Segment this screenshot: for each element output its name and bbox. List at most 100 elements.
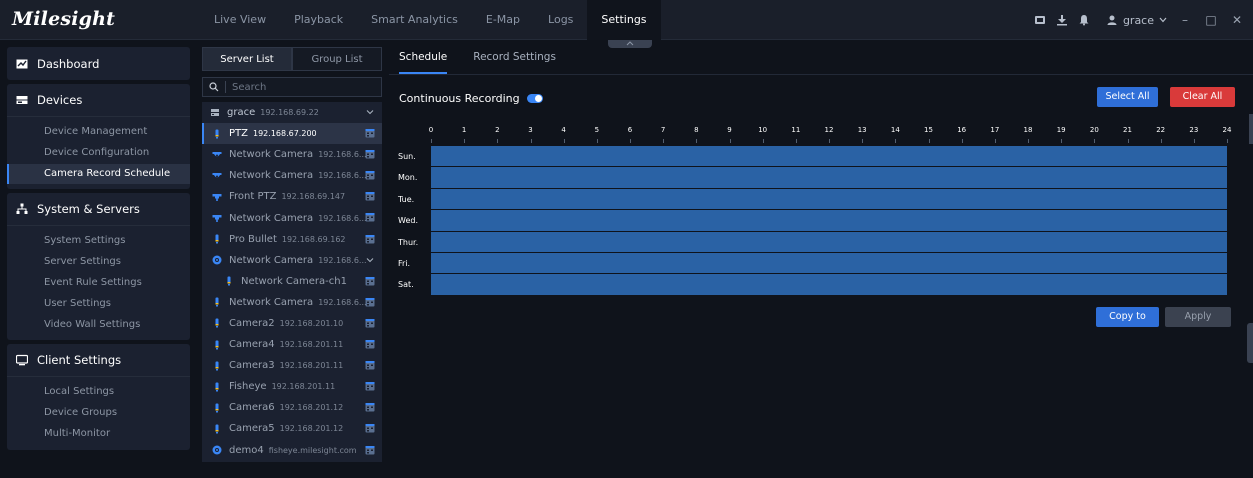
hour-tick-mark (862, 139, 864, 143)
hour-tick-label: 2 (495, 126, 500, 134)
bullet-camera-icon (215, 297, 219, 307)
bullet-camera-icon (227, 276, 231, 286)
ptz-camera-icon (212, 193, 222, 201)
day-schedule-row[interactable] (431, 210, 1227, 232)
close-icon[interactable]: ✕ (1229, 13, 1245, 27)
device-row[interactable]: Fisheye 192.168.201.11 (202, 376, 382, 397)
server-node-grace[interactable]: grace 192.168.69.22 (202, 102, 382, 123)
schedule-icon[interactable] (365, 191, 375, 201)
system-submenu: System Settings Server Settings Event Ru… (7, 226, 190, 340)
tab-group-list[interactable]: Group List (292, 47, 382, 71)
schedule-icon[interactable] (365, 234, 375, 244)
continuous-recording-toggle[interactable] (526, 94, 543, 103)
schedule-icon[interactable] (365, 360, 375, 370)
bullet-camera-icon (215, 382, 219, 392)
menu-system-servers[interactable]: System & Servers (7, 193, 190, 227)
nav-playback[interactable]: Playback (280, 0, 357, 40)
day-schedule-row[interactable] (431, 146, 1227, 168)
device-row[interactable]: Network Camera-ch1 (202, 271, 382, 292)
nav-e-map[interactable]: E-Map (472, 0, 534, 40)
menu-video-wall-settings[interactable]: Video Wall Settings (7, 315, 190, 336)
day-schedule-row[interactable] (431, 253, 1227, 275)
schedule-icon[interactable] (365, 318, 375, 328)
schedule-icon[interactable] (365, 276, 375, 286)
menu-local-settings[interactable]: Local Settings (7, 382, 190, 403)
screenshot-icon[interactable] (1034, 14, 1046, 26)
menu-device-configuration[interactable]: Device Configuration (7, 143, 190, 164)
device-row[interactable]: Camera3 192.168.201.11 (202, 355, 382, 376)
schedule-icon[interactable] (365, 445, 375, 455)
server-list-panel: Server List Group List Search grace 192.… (197, 47, 382, 475)
select-all-button[interactable]: Select All (1097, 87, 1158, 107)
tab-server-list[interactable]: Server List (202, 47, 292, 71)
clear-all-button[interactable]: Clear All (1170, 87, 1235, 107)
download-icon[interactable] (1056, 14, 1068, 26)
menu-user-settings[interactable]: User Settings (7, 294, 190, 315)
menu-camera-record-schedule[interactable]: Camera Record Schedule (7, 163, 190, 185)
day-schedule-row[interactable] (431, 167, 1227, 189)
menu-dashboard[interactable]: Dashboard (7, 47, 190, 80)
bullet-camera-icon (215, 424, 219, 434)
chevron-down-icon (1159, 17, 1167, 23)
minimize-icon[interactable]: – (1177, 13, 1193, 27)
menu-system-settings[interactable]: System Settings (7, 231, 190, 252)
bell-icon[interactable] (1078, 14, 1090, 26)
bullet-camera-icon (215, 361, 219, 371)
device-ip: 192.168.201.11 (271, 382, 336, 392)
schedule-icon[interactable] (365, 423, 375, 433)
day-schedule-row[interactable] (431, 188, 1227, 211)
device-row[interactable]: Network Camera 192.168.6... (202, 292, 382, 313)
search-placeholder: Search (232, 81, 267, 93)
user-menu[interactable]: grace (1106, 14, 1167, 27)
apply-button[interactable]: Apply (1165, 307, 1231, 327)
nav-settings[interactable]: Settings (587, 0, 661, 40)
device-row[interactable]: PTZ 192.168.67.200 (202, 123, 382, 145)
device-row[interactable]: Camera5 192.168.201.12 (202, 418, 382, 439)
schedule-icon[interactable] (365, 149, 375, 159)
menu-client-settings[interactable]: Client Settings (7, 344, 190, 378)
hour-tick-mark (1028, 139, 1029, 143)
tab-record-settings[interactable]: Record Settings (463, 41, 566, 74)
chevron-down-icon[interactable] (365, 255, 375, 265)
maximize-icon[interactable]: □ (1203, 13, 1219, 27)
menu-dashboard-label: Dashboard (37, 56, 100, 71)
schedule-grid[interactable]: 0 1 2 3 4 5 6 7 8 9 10 11 12 13 14 15 16 17 18 19 20 21 22 23 24… (389, 126, 1239, 301)
day-schedule-row[interactable] (431, 231, 1227, 253)
nav-live-view[interactable]: Live View (200, 0, 280, 40)
menu-server-settings[interactable]: Server Settings (7, 252, 190, 273)
scrollbar-handle[interactable] (1249, 114, 1253, 144)
device-row[interactable]: Network Camera 192.168.6... (202, 144, 382, 165)
device-row[interactable]: Camera6 192.168.201.12 (202, 397, 382, 418)
nav-logs[interactable]: Logs (534, 0, 587, 40)
hour-tick-mark (1227, 139, 1228, 143)
device-row[interactable]: Pro Bullet 192.168.69.162 (202, 229, 382, 250)
device-row[interactable]: Camera4 192.168.201.11 (202, 334, 382, 355)
menu-devices[interactable]: Devices (7, 84, 190, 117)
nav-smart-analytics[interactable]: Smart Analytics (357, 0, 472, 40)
device-row[interactable]: Network Camera 192.168.6... (202, 165, 382, 186)
schedule-icon[interactable] (365, 212, 375, 222)
device-row[interactable]: Network Camera 192.168.6... (202, 250, 382, 271)
schedule-icon[interactable] (365, 339, 375, 349)
day-schedule-row[interactable] (431, 274, 1227, 296)
schedule-icon[interactable] (365, 170, 375, 180)
menu-event-rule-settings[interactable]: Event Rule Settings (7, 273, 190, 294)
side-panel-handle[interactable] (1247, 323, 1253, 363)
device-row[interactable]: Network Camera 192.168.6... (202, 207, 382, 228)
schedule-icon[interactable] (365, 128, 375, 138)
menu-multi-monitor[interactable]: Multi-Monitor (7, 424, 190, 445)
device-row[interactable]: demo4 fisheye.milesight.com (202, 440, 382, 461)
device-row[interactable]: Camera2 192.168.201.10 (202, 313, 382, 334)
search-input[interactable]: Search (202, 77, 382, 97)
user-name: grace (1122, 13, 1154, 27)
device-ip: 192.168.201.12 (279, 403, 344, 413)
schedule-icon[interactable] (365, 402, 375, 412)
device-row[interactable]: Front PTZ 192.168.69.147 (202, 186, 382, 207)
schedule-icon[interactable] (365, 297, 375, 307)
menu-device-management[interactable]: Device Management (7, 122, 190, 143)
tab-schedule[interactable]: Schedule (389, 41, 457, 74)
server-name: grace (227, 107, 256, 119)
menu-device-groups[interactable]: Device Groups (7, 403, 190, 424)
copy-to-button[interactable]: Copy to (1096, 307, 1159, 327)
schedule-icon[interactable] (365, 381, 375, 391)
